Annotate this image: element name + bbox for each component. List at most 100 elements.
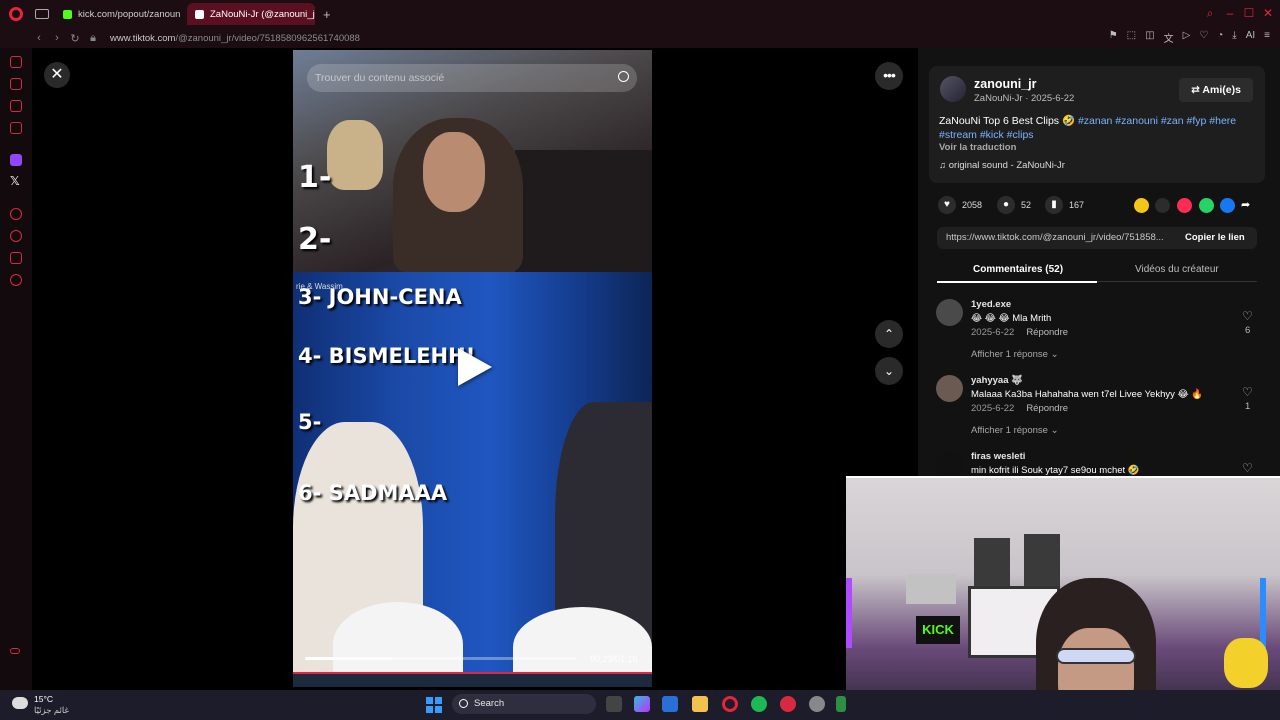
address-bar-tools: ⚑ ⬚ ◫ 文 ▷ ♡ ◔ ⤓ AI ≡ xyxy=(1109,30,1270,45)
app-icon[interactable] xyxy=(780,696,796,712)
search-icon[interactable] xyxy=(618,71,629,82)
author-avatar[interactable] xyxy=(940,76,966,102)
more-options-button[interactable]: ••• xyxy=(875,62,903,90)
video-progress-bar[interactable] xyxy=(305,657,577,660)
show-replies-button[interactable]: Afficher 1 réponse ⌄ xyxy=(971,349,1059,360)
swap-icon: ⇄ xyxy=(1191,84,1203,96)
sidebar-history-icon[interactable] xyxy=(10,230,22,242)
comment-avatar[interactable] xyxy=(936,375,963,402)
kick-sign: KICK xyxy=(916,616,960,644)
spotify-icon[interactable] xyxy=(751,696,767,712)
download-icon[interactable]: ⤓ xyxy=(1232,30,1236,45)
sidebar-twitch-icon[interactable] xyxy=(10,154,22,166)
share-arrow-icon[interactable]: ➦ xyxy=(1241,198,1256,213)
opera-logo-icon[interactable] xyxy=(9,7,23,21)
video-bottom-frame xyxy=(293,272,652,687)
tab-label: ZaNouNi-Jr (@zanouni_jr) xyxy=(210,8,315,20)
close-window-icon[interactable]: ✕ xyxy=(1262,7,1274,19)
sidebar-extensions-icon[interactable] xyxy=(10,252,22,264)
ai-icon[interactable]: AI xyxy=(1246,30,1255,45)
player-icon[interactable]: ▷ xyxy=(1183,30,1191,45)
forward-icon[interactable]: › xyxy=(48,32,66,44)
weather-temperature[interactable]: 15°C xyxy=(34,694,53,704)
task-view-icon[interactable] xyxy=(606,696,622,712)
app-icon[interactable] xyxy=(836,696,846,712)
sidebar-aria-icon[interactable] xyxy=(10,56,22,68)
taskbar-search[interactable]: Search xyxy=(452,694,596,714)
comment-avatar[interactable] xyxy=(936,299,963,326)
sidebar-settings-icon[interactable] xyxy=(10,274,22,286)
related-search-input[interactable]: Trouver du contenu associé xyxy=(307,64,637,92)
post-desc-text: ZaNouNi Top 6 Best Clips 🤣 xyxy=(939,115,1078,127)
sidebar-x-icon[interactable]: 𝕏 xyxy=(10,174,20,188)
share-embed-coin-icon[interactable] xyxy=(1134,198,1149,213)
like-stat[interactable]: ♥ 2058 xyxy=(938,196,982,214)
video-link[interactable]: https://www.tiktok.com/@zanouni_jr/video… xyxy=(946,232,1174,243)
tab-kick[interactable]: kick.com/popout/zanouni xyxy=(55,3,181,25)
comment-author[interactable]: 1yed.exe xyxy=(971,299,1011,310)
tab-comments[interactable]: Commentaires (52) xyxy=(973,264,1063,275)
new-tab-icon[interactable]: + xyxy=(323,7,331,22)
save-stat[interactable]: ▮ 167 xyxy=(1045,196,1084,214)
sidebar-messenger-icon[interactable] xyxy=(10,100,22,112)
bookmark-icon[interactable]: ⚑ xyxy=(1109,30,1118,45)
sound-link[interactable]: ♫ original sound - ZaNouNi-Jr xyxy=(939,160,1065,171)
tab-creator-videos[interactable]: Vidéos du créateur xyxy=(1135,264,1219,275)
minimize-icon[interactable]: – xyxy=(1224,7,1236,19)
file-explorer-icon[interactable] xyxy=(692,696,708,712)
url-domain: www.tiktok.com xyxy=(110,32,176,44)
comment-like-icon[interactable]: ♡ xyxy=(1242,309,1253,323)
next-video-button[interactable]: ⌄ xyxy=(875,357,903,385)
comment-like-icon[interactable]: ♡ xyxy=(1242,385,1253,399)
video-embedded-taskbar xyxy=(293,672,652,687)
copilot-icon[interactable] xyxy=(634,696,650,712)
wall-poster xyxy=(1024,534,1060,586)
streamer-face xyxy=(423,132,485,212)
windows-start-icon[interactable] xyxy=(426,697,442,713)
menu-icon[interactable]: ≡ xyxy=(1264,30,1270,45)
friends-button[interactable]: ⇄ Ami(e)s xyxy=(1179,78,1253,102)
maximize-icon[interactable]: ☐ xyxy=(1243,7,1255,19)
sidebar-music-icon[interactable] xyxy=(10,122,22,134)
back-icon[interactable]: ‹ xyxy=(30,32,48,44)
browser-sidebar: 𝕏 xyxy=(0,48,32,690)
translate-icon[interactable]: 文 xyxy=(1164,30,1174,45)
workspaces-icon[interactable] xyxy=(35,9,49,19)
url-field[interactable]: www.tiktok.com/@zanouni_jr/video/7518580… xyxy=(110,33,360,44)
sidebar-shop-icon[interactable] xyxy=(10,78,22,90)
translate-link[interactable]: Voir la traduction xyxy=(939,142,1016,153)
led-strip xyxy=(1260,578,1266,648)
copy-link-button[interactable]: Copier le lien xyxy=(1185,232,1245,243)
author-username[interactable]: zanouni_jr xyxy=(974,77,1037,91)
opera-gx-icon[interactable] xyxy=(722,696,738,712)
comment-author[interactable]: yahyyaa 🐺 xyxy=(971,375,1023,386)
lock-icon: 🔒︎ xyxy=(90,31,96,44)
search-tabs-icon[interactable]: ⌕ xyxy=(1204,7,1216,19)
comment-author[interactable]: firas wesleti xyxy=(971,451,1025,462)
tab-tiktok[interactable]: ZaNouNi-Jr (@zanouni_jr) xyxy=(187,3,315,25)
reply-button[interactable]: Répondre xyxy=(1026,327,1068,338)
facebook-icon[interactable] xyxy=(1220,198,1235,213)
reply-button[interactable]: Répondre xyxy=(1026,403,1068,414)
embed-code-icon[interactable] xyxy=(1155,198,1170,213)
comment-stat[interactable]: ● 52 xyxy=(997,196,1031,214)
taskbar-search-label: Search xyxy=(474,698,505,709)
show-replies-button[interactable]: Afficher 1 réponse ⌄ xyxy=(971,425,1059,436)
send-icon[interactable] xyxy=(1177,198,1192,213)
camera-icon[interactable]: ◫ xyxy=(1145,30,1154,45)
play-icon[interactable] xyxy=(458,348,492,386)
previous-video-button[interactable]: ⌃ xyxy=(875,320,903,348)
close-video-button[interactable]: ✕ xyxy=(44,62,70,88)
comment-avatar[interactable] xyxy=(936,451,963,478)
weather-cloud-icon[interactable] xyxy=(12,697,28,709)
sidebar-player-icon[interactable] xyxy=(10,208,22,220)
profile-icon[interactable]: ◔ xyxy=(1217,30,1223,45)
chrome-icon[interactable] xyxy=(809,696,825,712)
sidebar-more-icon[interactable] xyxy=(10,648,20,654)
snapshot-icon[interactable]: ⬚ xyxy=(1127,30,1136,45)
heart-icon[interactable]: ♡ xyxy=(1199,30,1208,45)
store-icon[interactable] xyxy=(662,696,678,712)
comment-like-icon[interactable]: ♡ xyxy=(1242,461,1253,475)
whatsapp-icon[interactable] xyxy=(1199,198,1214,213)
reload-icon[interactable]: ↻ xyxy=(66,32,84,45)
